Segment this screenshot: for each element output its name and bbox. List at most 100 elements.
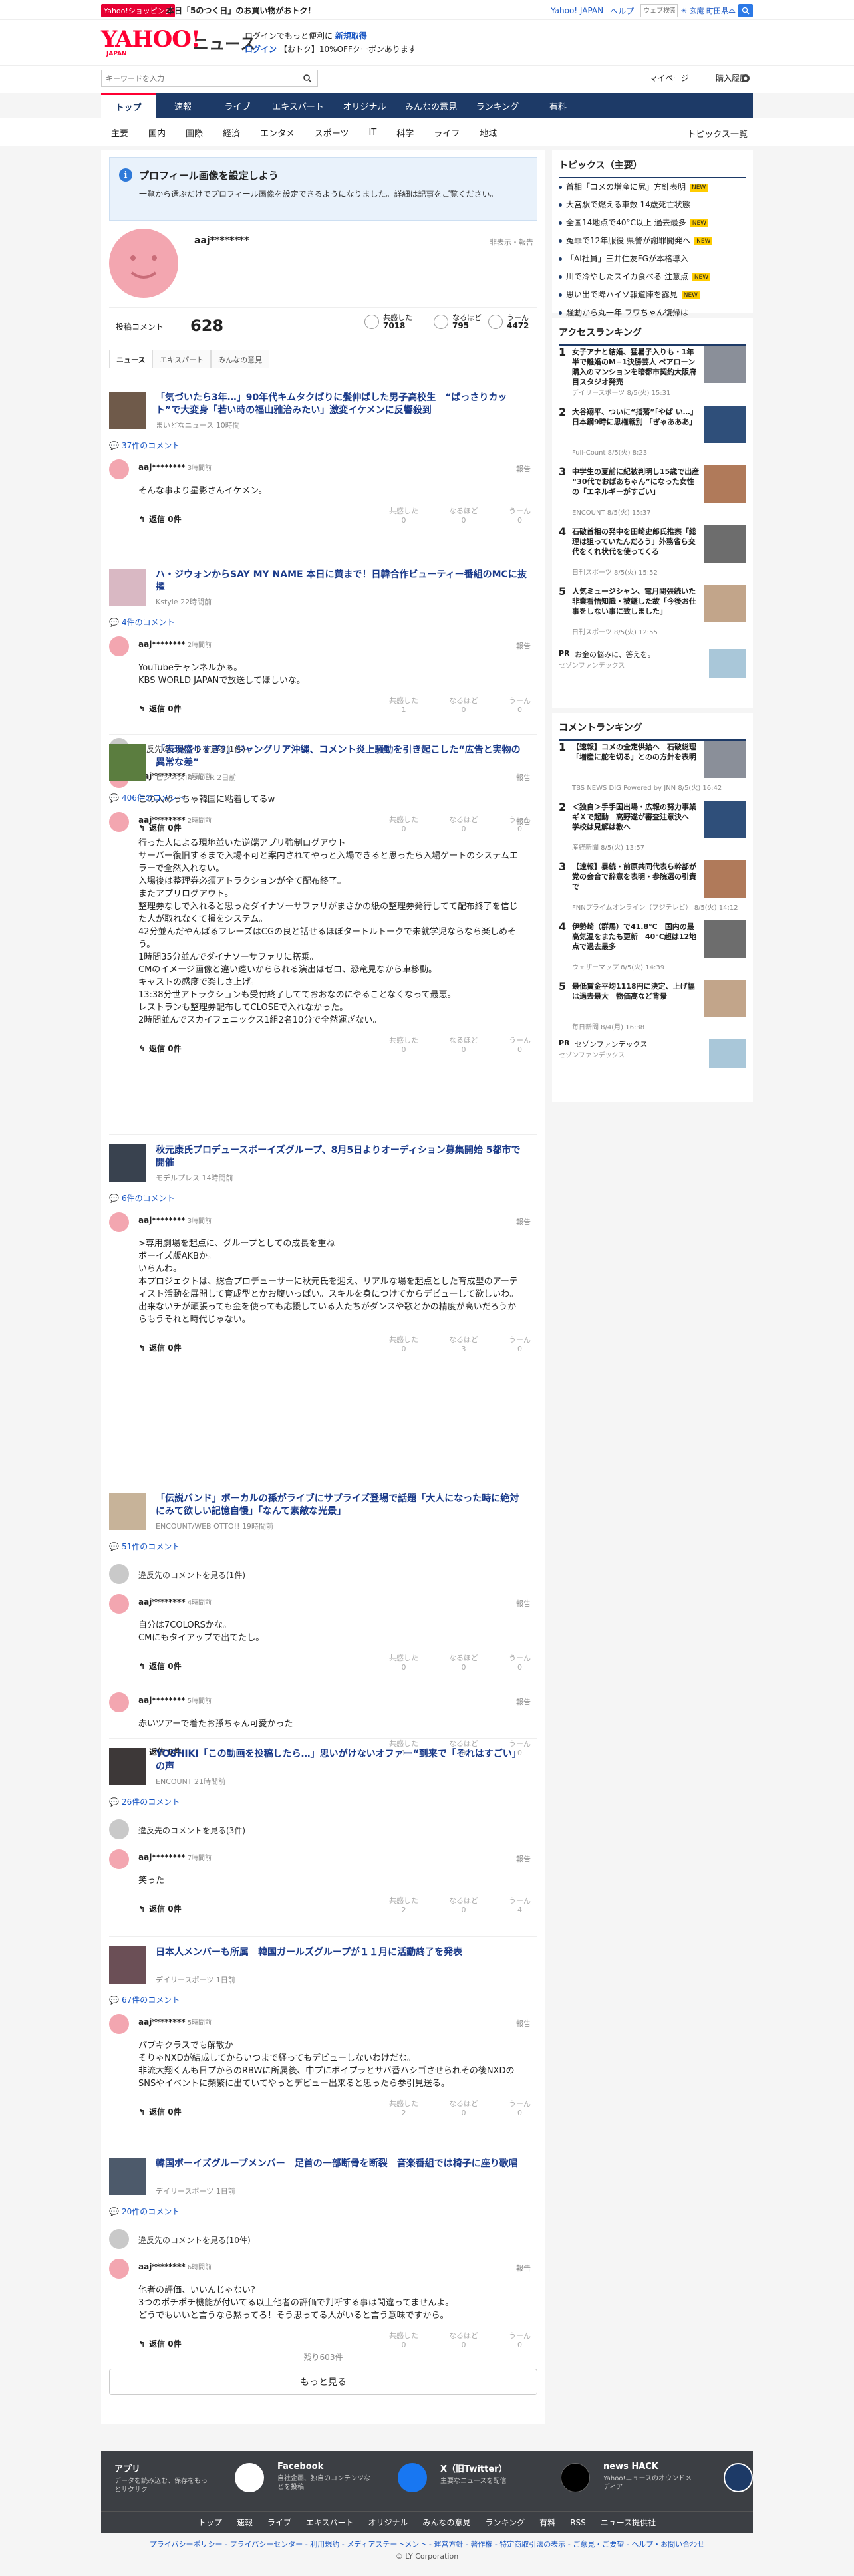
category-science[interactable]: 科学 (386, 126, 424, 139)
reaction-button[interactable]: うーん 0 (509, 2331, 531, 2350)
report-link[interactable]: 報告 (516, 816, 531, 827)
pr-title[interactable]: セゾンファンデックス (575, 1039, 647, 1049)
category-main[interactable]: 主要 (101, 126, 138, 139)
reaction-button[interactable]: うーん 0 (509, 696, 531, 715)
article-title[interactable]: 秋元康氏プロデュースボーイズグループ、8月5日よりオーディション募集開始 5都市… (156, 1144, 528, 1170)
hide-report-link[interactable]: 非表示・報告 (490, 237, 533, 247)
rank-thumbnail[interactable] (704, 346, 746, 383)
rank-thumbnail[interactable] (704, 980, 746, 1017)
topic-title[interactable]: 川で冷やしたスイカ食べる 注意点 (566, 268, 688, 286)
comment-author[interactable]: aaj******** 2時間前 (138, 815, 212, 825)
pr-image[interactable] (709, 1039, 746, 1068)
footer-nav-item[interactable]: みんなの意見 (423, 2517, 471, 2528)
article-title[interactable]: ハ・ジウォンからSAY MY NAME 本日に黄まで！日韓合作ビューティー番組の… (156, 569, 528, 594)
rank-title[interactable]: 【速報】コメの全定供給へ 石破総理「増産に舵を切る」とのの方針を表明 (572, 742, 700, 762)
reaction-button[interactable]: 共感した 0 (389, 1654, 418, 1672)
report-link[interactable]: 報告 (516, 2263, 531, 2273)
pr-image[interactable] (709, 649, 746, 678)
ranking-item[interactable]: 2 ＜独自＞手手国出場・広報の努力事業ギＸで起動 高野遂が審査注意決へ 学校は見解… (559, 801, 746, 854)
login-link[interactable]: ログイン (245, 45, 277, 54)
footer-nav-item[interactable]: トップ (198, 2517, 222, 2528)
rank-title[interactable]: 伊勢崎（群馬）で41.8°C 国内の最高気温をまたも更新 40°C超は12地点で… (572, 922, 700, 952)
tab-expert[interactable]: エキスパート (152, 350, 212, 368)
report-link[interactable]: 報告 (516, 1598, 531, 1609)
category-sports[interactable]: スポーツ (305, 126, 359, 139)
report-link[interactable]: 報告 (516, 1853, 531, 1864)
hidden-comments-row[interactable]: 違反先のコメントを見る(10件) (109, 2226, 537, 2252)
mypage-link[interactable]: マイページ (649, 72, 689, 84)
comment-count[interactable]: 51件のコメント (122, 1541, 180, 1552)
reply-button[interactable]: ↰返信 0件 (138, 1903, 182, 1914)
reaction-button[interactable]: 共感した 2 (389, 2099, 418, 2118)
yahoo-logo[interactable]: YAHOO! (101, 28, 201, 51)
ranking-item[interactable]: 1 【速報】コメの全定供給へ 石破総理「増産に舵を切る」とのの方針を表明 TBS N… (559, 741, 746, 794)
rank-thumbnail[interactable] (704, 920, 746, 958)
comment-count-link[interactable]: 💬 406件のコメント (109, 792, 185, 803)
comment-count[interactable]: 406件のコメント (122, 792, 185, 803)
reply-button[interactable]: ↰返信 0件 (138, 1342, 182, 1353)
rank-title[interactable]: 最低賃金平均1118円に決定、上げ幅は過去最大 物価高など背景 (572, 981, 700, 1001)
topic-item[interactable]: 首相「コメの増産に尻」方針表明 NEW (559, 178, 746, 196)
more-button[interactable]: もっと見る (109, 2369, 537, 2395)
category-it[interactable]: IT (358, 128, 386, 138)
ranking-item[interactable]: 1 女子アナと結婚、猛暑子入りも・1年半で離婚のM−1決勝芸人 ペアローン購入のマ… (559, 346, 746, 399)
article-thumbnail[interactable] (109, 2158, 146, 2195)
gear-icon[interactable] (738, 71, 753, 86)
rank-title[interactable]: 石破首相の発中を田崎史郎氏推察「総理は狙っていたんだろう」外務省ら交代をくれ状代… (572, 527, 700, 557)
rank-title[interactable]: 大谷翔平、ついに“指落”「やば い…」日本鋼9時に思権戦別 「ぎゃあああ」 (572, 407, 700, 427)
ranking-item[interactable]: 5 最低賃金平均1118円に決定、上げ幅は過去最大 物価高など背景 毎日新聞 8/4… (559, 980, 746, 1033)
reaction-button[interactable]: なるほど 0 (449, 2099, 478, 2118)
comment-author[interactable]: aaj******** 5時間前 (138, 1695, 212, 1705)
topic-title[interactable]: 思い出で降ハイソ報道陣を露見 (566, 286, 678, 304)
report-link[interactable]: 報告 (516, 1696, 531, 1707)
footer-x[interactable]: X（旧Twitter） 主要なニュースを配信 (440, 2462, 603, 2492)
comment-count[interactable]: 4件のコメント (122, 616, 175, 628)
comment-author[interactable]: aaj******** 7時間前 (138, 1852, 212, 1862)
article-title[interactable]: YOSHIKI「この動画を投稿したら…」思いがけないオファー“到来で「それはすご… (156, 1748, 528, 1773)
topic-item[interactable]: 川で冷やしたスイカ食べる 注意点 NEW (559, 268, 746, 286)
topic-item[interactable]: 思い出で降ハイソ報道陣を露見 NEW (559, 286, 746, 304)
article-title[interactable]: 「伝説バンド」ボーカルの孫がライブにサプライズ登場で話題「大人になった時に絶対に… (156, 1493, 528, 1518)
search-input[interactable] (102, 70, 297, 86)
footer-nav-item[interactable]: RSS (570, 2518, 586, 2527)
comment-count[interactable]: 6件のコメント (122, 1192, 175, 1204)
rank-title[interactable]: ＜独自＞手手国出場・広報の努力事業ギＸで起動 高野遂が審査注意決へ 学校は見解は… (572, 802, 700, 832)
reaction-button[interactable]: 共感した 2 (389, 1896, 418, 1915)
hidden-comments-row[interactable]: 違反先のコメントを見る(3件) (109, 1816, 537, 1843)
comment-count[interactable]: 37件のコメント (122, 440, 180, 451)
reaction-button[interactable]: 共感した 0 (389, 507, 418, 525)
shopping-promo[interactable]: 本日「5のつく日」のお買い物がおトク！ (166, 5, 315, 16)
report-link[interactable]: 報告 (516, 463, 531, 474)
rank-thumbnail[interactable] (704, 801, 746, 838)
notice-desc[interactable]: 一覧から選ぶだけでプロフィール画像を設定できるようになりました。詳細は記事をご覧… (139, 188, 525, 201)
footer-nav-item[interactable]: ランキング (486, 2517, 525, 2528)
footer-nav-item[interactable]: ニュース提供社 (601, 2517, 656, 2528)
reaction-button[interactable]: 共感した 0 (389, 1036, 418, 1055)
ranking-item[interactable]: 5 人気ミュージシャン、電月関張続いた非業看悟知識・被継した故「今後お仕事をしない… (559, 585, 746, 638)
tab-news[interactable]: ニュース (109, 350, 153, 368)
article-thumbnail[interactable] (109, 744, 146, 781)
reaction-button[interactable]: 共感した 0 (389, 2331, 418, 2350)
ranking-item[interactable]: 4 石破首相の発中を田崎史郎氏推察「総理は狙っていたんだろう」外務省ら交代をくれ状… (559, 525, 746, 579)
reaction-button[interactable]: なるほど 0 (449, 1896, 478, 1915)
topic-item[interactable]: 冤罪で12年服役 県警が謝罪開発へ NEW (559, 232, 746, 250)
shopping-badge[interactable]: Yahoo!ショッピング (101, 4, 175, 17)
reaction-button[interactable]: 共感した 0 (389, 1335, 418, 1354)
show-hidden-comments[interactable]: 違反先のコメントを見る(10件) (138, 2234, 251, 2246)
reaction-button[interactable]: なるほど 0 (449, 2331, 478, 2350)
rank-thumbnail[interactable] (704, 525, 746, 563)
comment-count-link[interactable]: 💬 51件のコメント (109, 1541, 180, 1552)
comment-count[interactable]: 20件のコメント (122, 2206, 180, 2217)
comment-author[interactable]: aaj******** 6時間前 (138, 2261, 212, 2271)
facebook-icon[interactable] (398, 2463, 427, 2492)
footer-nav-item[interactable]: エキスパート (306, 2517, 354, 2528)
comment-count-link[interactable]: 💬 6件のコメント (109, 1192, 175, 1204)
rank-thumbnail[interactable] (704, 585, 746, 622)
yahoo-japan-link[interactable]: Yahoo! JAPAN (551, 6, 603, 15)
rank-thumbnail[interactable] (704, 465, 746, 503)
footer-nav-item[interactable]: オリジナル (368, 2517, 408, 2528)
footer-nav-item[interactable]: ライブ (267, 2517, 291, 2528)
comment-count[interactable]: 26件のコメント (122, 1796, 180, 1807)
reaction-button[interactable]: うーん 0 (509, 507, 531, 525)
reaction-button[interactable]: なるほど 0 (449, 1036, 478, 1055)
